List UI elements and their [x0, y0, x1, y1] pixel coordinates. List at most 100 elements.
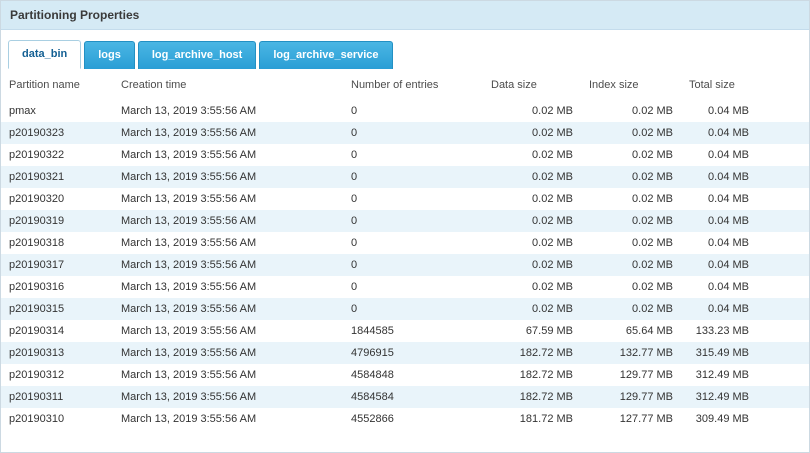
cell: March 13, 2019 3:55:56 AM — [113, 364, 343, 386]
cell: 0.02 MB — [483, 144, 581, 166]
table-header-row: Partition nameCreation timeNumber of ent… — [1, 69, 810, 100]
cell: 0 — [343, 100, 483, 122]
cell: March 13, 2019 3:55:56 AM — [113, 254, 343, 276]
cell: 0.04 MB — [681, 254, 810, 276]
column-header-number-of-entries: Number of entries — [343, 69, 483, 100]
cell: 0.02 MB — [483, 166, 581, 188]
tab-logs[interactable]: logs — [84, 41, 135, 69]
cell: 0.02 MB — [483, 100, 581, 122]
cell: p20190316 — [1, 276, 113, 298]
table-row: p20190318March 13, 2019 3:55:56 AM00.02 … — [1, 232, 810, 254]
cell: 67.59 MB — [483, 320, 581, 342]
cell: 0 — [343, 188, 483, 210]
table-row: p20190322March 13, 2019 3:55:56 AM00.02 … — [1, 144, 810, 166]
window-title: Partitioning Properties — [1, 1, 809, 30]
cell: 129.77 MB — [581, 364, 681, 386]
cell: 4796915 — [343, 342, 483, 364]
cell: 1844585 — [343, 320, 483, 342]
cell: 0 — [343, 298, 483, 320]
cell: March 13, 2019 3:55:56 AM — [113, 408, 343, 430]
cell: 182.72 MB — [483, 364, 581, 386]
partitioning-properties-window: Partitioning Properties data_binlogslog_… — [0, 0, 810, 453]
table-row: p20190312March 13, 2019 3:55:56 AM458484… — [1, 364, 810, 386]
cell: March 13, 2019 3:55:56 AM — [113, 276, 343, 298]
table-row: p20190316March 13, 2019 3:55:56 AM00.02 … — [1, 276, 810, 298]
cell: 0.02 MB — [581, 122, 681, 144]
column-header-data-size: Data size — [483, 69, 581, 100]
cell: 127.77 MB — [581, 408, 681, 430]
cell: March 13, 2019 3:55:56 AM — [113, 122, 343, 144]
tab-data_bin[interactable]: data_bin — [8, 40, 81, 69]
tab-strip: data_binlogslog_archive_hostlog_archive_… — [1, 30, 809, 69]
cell: March 13, 2019 3:55:56 AM — [113, 210, 343, 232]
table-row: p20190313March 13, 2019 3:55:56 AM479691… — [1, 342, 810, 364]
cell: 129.77 MB — [581, 386, 681, 408]
cell: 133.23 MB — [681, 320, 810, 342]
cell: p20190322 — [1, 144, 113, 166]
cell: p20190311 — [1, 386, 113, 408]
cell: p20190319 — [1, 210, 113, 232]
table-row: p20190323March 13, 2019 3:55:56 AM00.02 … — [1, 122, 810, 144]
cell: 0.04 MB — [681, 122, 810, 144]
tab-log_archive_host[interactable]: log_archive_host — [138, 41, 256, 69]
cell: 0.02 MB — [483, 232, 581, 254]
cell: 0.02 MB — [581, 100, 681, 122]
cell: 0 — [343, 276, 483, 298]
table-row: p20190311March 13, 2019 3:55:56 AM458458… — [1, 386, 810, 408]
cell: p20190315 — [1, 298, 113, 320]
cell: 132.77 MB — [581, 342, 681, 364]
cell: March 13, 2019 3:55:56 AM — [113, 342, 343, 364]
cell: March 13, 2019 3:55:56 AM — [113, 386, 343, 408]
cell: 0.02 MB — [581, 188, 681, 210]
cell: March 13, 2019 3:55:56 AM — [113, 188, 343, 210]
cell: 181.72 MB — [483, 408, 581, 430]
cell: 309.49 MB — [681, 408, 810, 430]
cell: p20190323 — [1, 122, 113, 144]
cell: p20190318 — [1, 232, 113, 254]
cell: p20190310 — [1, 408, 113, 430]
cell: p20190312 — [1, 364, 113, 386]
cell: p20190313 — [1, 342, 113, 364]
cell: 0.04 MB — [681, 210, 810, 232]
table-row: pmaxMarch 13, 2019 3:55:56 AM00.02 MB0.0… — [1, 100, 810, 122]
cell: 0 — [343, 232, 483, 254]
column-header-partition-name: Partition name — [1, 69, 113, 100]
cell: 312.49 MB — [681, 386, 810, 408]
table-row: p20190314March 13, 2019 3:55:56 AM184458… — [1, 320, 810, 342]
table-row: p20190319March 13, 2019 3:55:56 AM0 0.02 … — [1, 210, 810, 232]
cell: p20190321 — [1, 166, 113, 188]
cell: 0.02 MB — [581, 210, 681, 232]
cell: 0.04 MB — [681, 166, 810, 188]
cell: 0 — [343, 210, 483, 232]
cell: March 13, 2019 3:55:56 AM — [113, 100, 343, 122]
cell: March 13, 2019 3:55:56 AM — [113, 144, 343, 166]
cell: 0.02 MB — [483, 276, 581, 298]
cell: 4552866 — [343, 408, 483, 430]
table-row: p20190321March 13, 2019 3:55:56 AM00.02 … — [1, 166, 810, 188]
cell: 0.02 MB — [581, 298, 681, 320]
cell: p20190314 — [1, 320, 113, 342]
cell: 0.02 MB — [581, 254, 681, 276]
cell: 0.02 MB — [581, 232, 681, 254]
cell: 312.49 MB — [681, 364, 810, 386]
cell: 0.02 MB — [581, 166, 681, 188]
column-header-index-size: Index size — [581, 69, 681, 100]
cell: 0.04 MB — [681, 298, 810, 320]
cell: 182.72 MB — [483, 342, 581, 364]
cell: 0.02 MB — [483, 188, 581, 210]
cell: 0.02 MB — [483, 254, 581, 276]
cell: 4584584 — [343, 386, 483, 408]
partitions-table: Partition nameCreation timeNumber of ent… — [1, 69, 810, 430]
tab-log_archive_service[interactable]: log_archive_service — [259, 41, 392, 69]
cell: 0 — [343, 166, 483, 188]
cell: 0.04 MB — [681, 100, 810, 122]
column-header-total-size: Total size — [681, 69, 810, 100]
cell: 0 — [343, 122, 483, 144]
table-body: pmaxMarch 13, 2019 3:55:56 AM00.02 MB0.0… — [1, 100, 810, 430]
cell: 315.49 MB — [681, 342, 810, 364]
column-header-creation-time: Creation time — [113, 69, 343, 100]
cell: 0.02 MB — [581, 144, 681, 166]
cell: 0.04 MB — [681, 232, 810, 254]
cell: 0.02 MB — [483, 122, 581, 144]
table-row: p20190310March 13, 2019 3:55:56 AM455286… — [1, 408, 810, 430]
